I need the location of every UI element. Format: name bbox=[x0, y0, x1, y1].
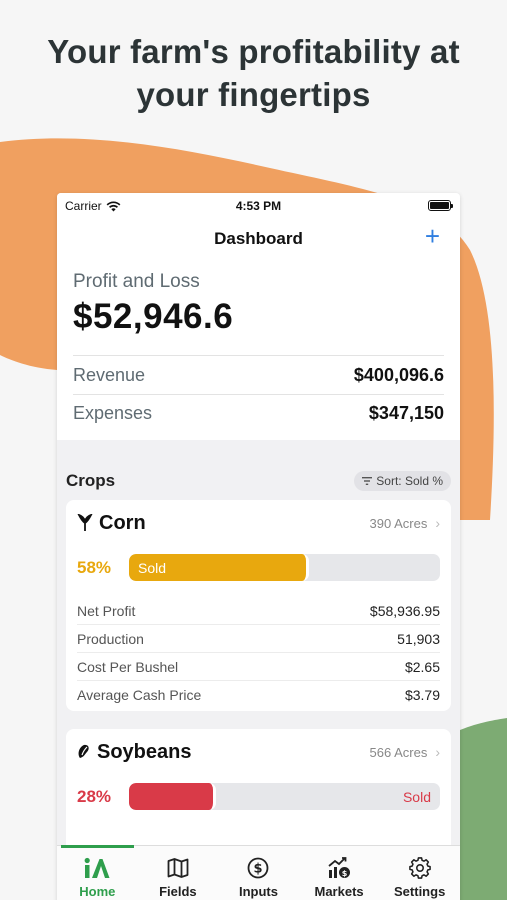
chevron-right-icon: › bbox=[435, 515, 440, 531]
plus-icon[interactable]: + bbox=[425, 223, 440, 249]
chevron-right-icon: › bbox=[435, 744, 440, 760]
phone-screen: Carrier 4:53 PM Dashboard + Profit and L… bbox=[57, 193, 460, 900]
crop-name-label: Corn bbox=[99, 511, 146, 534]
status-time: 4:53 PM bbox=[235, 199, 282, 213]
revenue-row: Revenue $400,096.6 bbox=[73, 356, 444, 394]
tab-fields[interactable]: Fields bbox=[138, 846, 219, 900]
detail-value: $3.79 bbox=[404, 687, 440, 703]
tab-label: Settings bbox=[394, 884, 446, 899]
chart-dollar-icon: $ bbox=[327, 856, 351, 880]
gear-icon bbox=[408, 856, 431, 880]
headline-line-2: your fingertips bbox=[136, 76, 371, 113]
sold-bar-label: Sold bbox=[138, 560, 167, 576]
tab-home[interactable]: Home bbox=[57, 845, 138, 900]
detail-value: $58,936.95 bbox=[369, 602, 440, 619]
headline: Your farm's profitability at your finger… bbox=[0, 30, 507, 116]
crop-details: Net Profit $58,936.95 Production 51,903 … bbox=[77, 597, 440, 709]
crop-name-label: Soybeans bbox=[97, 740, 192, 763]
sold-bar-label: Sold bbox=[402, 789, 431, 805]
profit-loss-rows: Revenue $400,096.6 Expenses $347,150 bbox=[73, 355, 444, 432]
revenue-value: $400,096.6 bbox=[353, 364, 444, 385]
expenses-row: Expenses $347,150 bbox=[73, 394, 444, 432]
sold-progress-bar: Sold bbox=[129, 783, 440, 810]
profit-loss-value: $52,946.6 bbox=[73, 297, 234, 336]
profit-loss-label: Profit and Loss bbox=[73, 271, 200, 292]
sold-progress-row: 28% Sold bbox=[77, 783, 440, 810]
battery-icon bbox=[428, 200, 453, 211]
crops-header: Crops Sort: Sold % bbox=[57, 470, 460, 492]
nav-bar: Dashboard + bbox=[57, 219, 460, 255]
sold-percent: 28% bbox=[77, 786, 112, 806]
average-cash-price-row: Average Cash Price $3.79 bbox=[77, 681, 440, 709]
sort-button[interactable]: Sort: Sold % bbox=[354, 471, 451, 491]
crop-header: Soybeans 566 Acres › bbox=[77, 741, 440, 763]
revenue-label: Revenue bbox=[73, 364, 146, 385]
sold-percent: 58% bbox=[77, 557, 112, 577]
detail-label: Cost Per Bushel bbox=[77, 658, 179, 675]
expenses-label: Expenses bbox=[73, 403, 153, 423]
profit-loss-card: Profit and Loss $52,946.6 Revenue $400,0… bbox=[57, 255, 460, 440]
crop-acres: 390 Acres › bbox=[370, 515, 441, 531]
crop-name: Soybeans bbox=[77, 741, 191, 764]
tab-label: Fields bbox=[159, 884, 197, 899]
tab-markets[interactable]: $ Markets bbox=[299, 846, 380, 900]
crop-name: Corn bbox=[77, 512, 146, 535]
home-logo-icon bbox=[84, 856, 110, 880]
expenses-value: $347,150 bbox=[368, 403, 444, 423]
sort-label: Sort: Sold % bbox=[376, 474, 443, 488]
tab-inputs[interactable]: $ Inputs bbox=[218, 846, 299, 900]
detail-label: Average Cash Price bbox=[77, 687, 202, 703]
crop-card-corn[interactable]: Corn 390 Acres › 58% Sold Net Profit $58… bbox=[66, 500, 451, 711]
soybean-icon bbox=[78, 744, 89, 758]
crops-title: Crops bbox=[66, 471, 116, 490]
tab-bar: Home Fields $ Inputs $ Markets Settings bbox=[57, 845, 460, 900]
tab-label: Home bbox=[79, 884, 116, 899]
sold-progress-fill bbox=[129, 783, 217, 810]
crop-acres-label: 390 Acres bbox=[369, 515, 428, 531]
production-row: Production 51,903 bbox=[77, 625, 440, 653]
crop-acres: 566 Acres › bbox=[370, 744, 441, 760]
crop-header: Corn 390 Acres › bbox=[77, 512, 440, 534]
green-blob bbox=[460, 718, 507, 900]
tab-settings[interactable]: Settings bbox=[379, 846, 460, 900]
svg-text:$: $ bbox=[342, 869, 348, 878]
detail-value: $2.65 bbox=[404, 658, 440, 675]
filter-icon bbox=[362, 477, 373, 485]
net-profit-row: Net Profit $58,936.95 bbox=[77, 597, 440, 625]
sold-progress-row: 58% Sold bbox=[77, 554, 440, 581]
detail-label: Production bbox=[77, 630, 144, 647]
detail-value: 51,903 bbox=[397, 630, 440, 647]
tab-label: Markets bbox=[314, 884, 364, 899]
cost-per-bushel-row: Cost Per Bushel $2.65 bbox=[77, 653, 440, 681]
tab-label: Inputs bbox=[238, 884, 278, 899]
svg-text:$: $ bbox=[254, 862, 263, 877]
detail-label: Net Profit bbox=[77, 602, 136, 619]
corn-icon bbox=[77, 514, 93, 531]
status-bar: Carrier 4:53 PM bbox=[57, 193, 460, 219]
dollar-circle-icon: $ bbox=[247, 856, 269, 880]
nav-title: Dashboard bbox=[214, 229, 303, 248]
headline-line-1: Your farm's profitability at bbox=[47, 33, 460, 70]
sold-progress-bar: Sold bbox=[129, 554, 440, 581]
map-icon bbox=[167, 856, 189, 880]
crop-acres-label: 566 Acres bbox=[369, 744, 428, 760]
